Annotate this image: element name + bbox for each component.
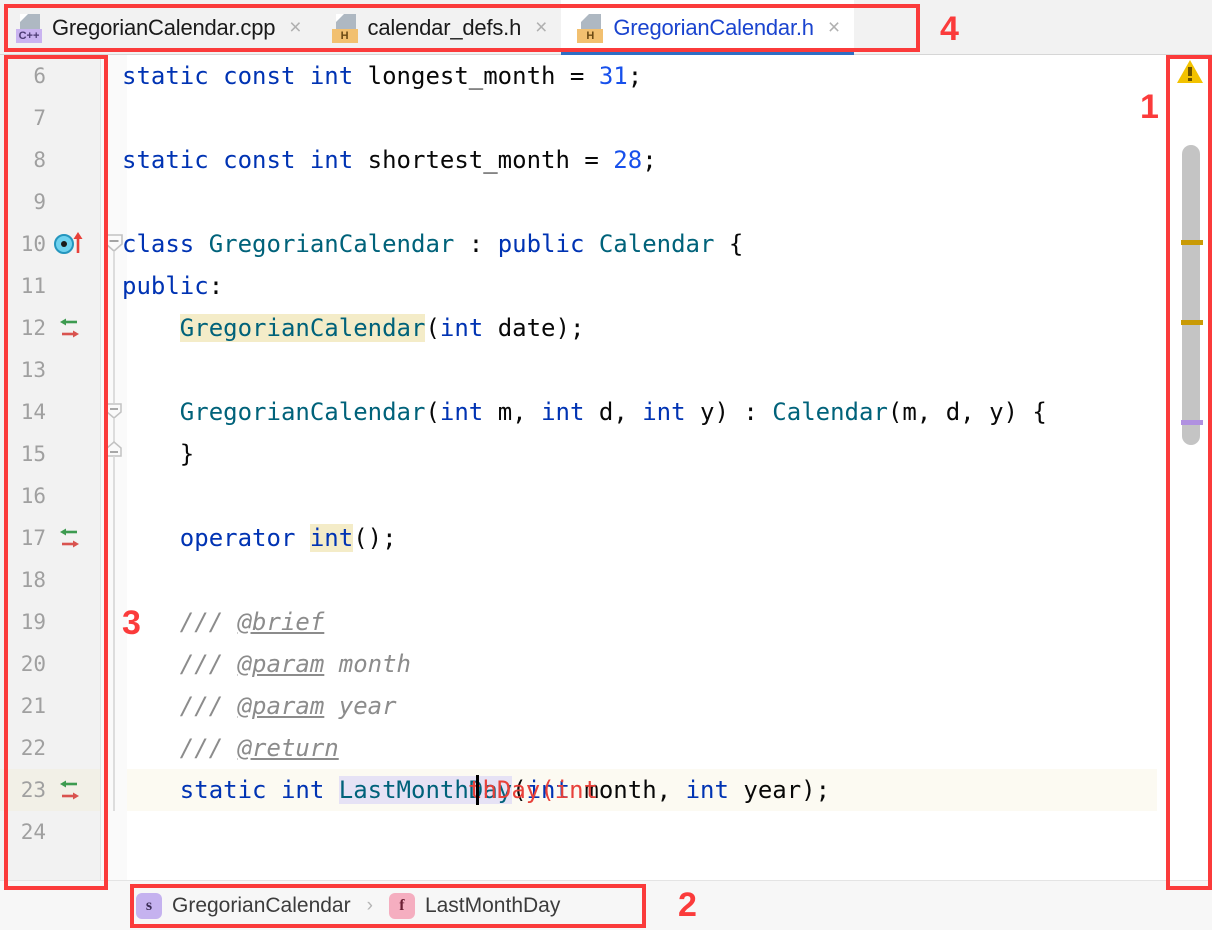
tab-label: GregorianCalendar.h [613,14,814,40]
close-icon[interactable]: × [535,17,547,38]
breadcrumb-item-function[interactable]: f LastMonthDay [388,892,561,919]
code-text: } [122,440,195,468]
line-number: 23 [20,778,46,802]
clion-editor-window: C++ GregorianCalendar.cpp × H calendar_d… [0,0,1212,930]
code-text: static const int longest_month = 31; [122,62,643,90]
code-line-row[interactable]: 16 [0,475,1157,517]
h-file-icon: H [577,13,604,43]
chevron-right-icon: › [366,894,373,916]
line-number: 15 [20,442,46,466]
line-number: 8 [33,148,46,172]
line-number: 9 [33,190,46,214]
fold-guide-line [101,349,127,391]
breadcrumb-item-class[interactable]: s GregorianCalendar [136,892,351,919]
code-text: /// @param year [179,692,397,720]
tab-gregoriancalendar-h[interactable]: H GregorianCalendar.h × [561,0,855,55]
code-line-row[interactable]: 13 [0,349,1157,391]
warning-triangle-icon[interactable] [1177,60,1203,83]
struct-badge-icon: s [136,892,162,919]
code-line-row[interactable]: 22 /// @return [0,727,1157,769]
close-icon[interactable]: × [828,17,840,38]
line-number: 12 [20,316,46,340]
line-number: 17 [20,526,46,550]
code-text: /// @return [179,734,339,762]
cpp-file-icon: C++ [16,13,42,43]
breadcrumb-bar: s GregorianCalendar › f LastMonthDay [0,880,1212,930]
code-text: operator int(); [179,524,397,552]
line-number: 18 [20,568,46,592]
code-line-row[interactable]: 17 operator int(); [0,517,1157,559]
code-line-row[interactable]: 19 /// @brief [0,601,1157,643]
text-caret [476,775,479,805]
code-text: /// @brief [179,608,325,636]
code-line-row[interactable]: 11 public: [0,265,1157,307]
code-editor[interactable]: 6 static const int longest_month = 31; 7… [0,55,1212,880]
implemented-overridden-icon[interactable] [52,307,96,349]
line-number: 16 [20,484,46,508]
h-file-icon: H [331,13,358,43]
line-number: 13 [20,358,46,382]
h-file-badge-label: H [577,28,604,43]
function-badge-icon: f [388,892,415,919]
code-line-row[interactable]: 6 static const int longest_month = 31; [0,55,1157,97]
warning-marker[interactable] [1181,240,1203,245]
breadcrumb-label: LastMonthDay [424,893,561,917]
line-number: 10 [20,232,46,256]
code-line-row[interactable]: 18 [0,559,1157,601]
editor-scrollbar-thumb[interactable] [1182,145,1200,445]
tab-label: GregorianCalendar.cpp [52,14,276,40]
fold-guide-line [101,475,127,517]
h-file-badge-label: H [331,28,358,43]
line-number: 24 [20,820,46,844]
tab-calendar-defs-h[interactable]: H calendar_defs.h × [316,0,562,55]
implemented-overridden-icon[interactable] [52,517,96,559]
cpp-file-badge-label: C++ [16,28,42,43]
code-text: /// @param month [179,650,411,678]
code-line-row[interactable]: 21 /// @param year [0,685,1157,727]
code-line-row[interactable]: 9 [0,181,1157,223]
code-line-row-current[interactable]: 23 static int LastMonthDay(int month, in… [0,769,1157,811]
editor-marker-bar[interactable] [1168,55,1212,880]
tab-gregoriancalendar-cpp[interactable]: C++ GregorianCalendar.cpp × [0,0,316,55]
code-line-row[interactable]: 24 [0,811,1157,853]
code-text: static const int shortest_month = 28; [122,146,657,174]
line-number: 6 [33,64,46,88]
warning-marker[interactable] [1181,320,1203,325]
code-line-row[interactable]: 14 GregorianCalendar(int m, int d, int y… [0,391,1157,433]
usage-marker[interactable] [1181,420,1203,425]
editor-tab-bar: C++ GregorianCalendar.cpp × H calendar_d… [0,0,1212,55]
code-line-row[interactable]: 10 class GregorianCalendar : public Cale… [0,223,1157,265]
tab-label: calendar_defs.h [367,14,522,40]
code-text: GregorianCalendar(int m, int d, int y) :… [179,398,1047,426]
implemented-overridden-icon[interactable] [52,769,96,811]
code-line-row[interactable]: 8 static const int shortest_month = 28; [0,139,1157,181]
line-number: 20 [20,652,46,676]
code-line-row[interactable]: 12 GregorianCalendar(int date); [0,307,1157,349]
code-text: public: [122,272,224,300]
fold-guide-line [101,559,127,601]
line-number: 22 [20,736,46,760]
line-number: 11 [20,274,46,298]
line-number: 7 [33,106,46,130]
breadcrumb-label: GregorianCalendar [172,893,351,917]
line-number: 19 [20,610,46,634]
code-line-row[interactable]: 20 /// @param month [0,643,1157,685]
code-text: class GregorianCalendar : public Calenda… [122,230,744,258]
code-text: GregorianCalendar(int date); [179,314,585,342]
code-line-row[interactable]: 7 [0,97,1157,139]
code-line-row[interactable]: 15 } [0,433,1157,475]
line-number: 21 [20,694,46,718]
run-with-override-icon[interactable] [52,223,96,265]
close-icon[interactable]: × [289,17,301,38]
line-number: 14 [20,400,46,424]
